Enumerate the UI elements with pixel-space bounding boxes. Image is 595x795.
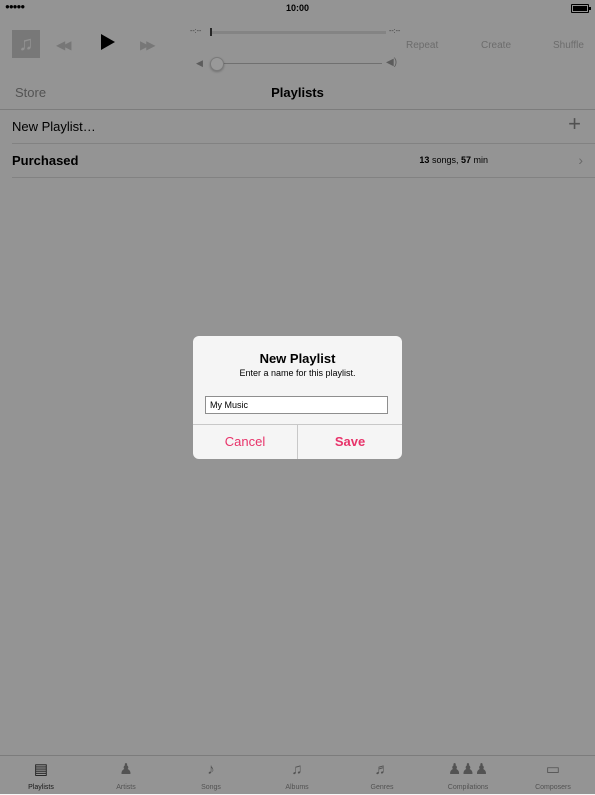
new-playlist-dialog: New Playlist Enter a name for this playl…	[193, 336, 402, 459]
playlist-name-input[interactable]	[205, 396, 388, 414]
music-app-screen: ●●●●● 10:00 ♫ ◀◀ ▶▶ --:-- --:-- ◀ ◀) Rep…	[0, 0, 595, 795]
dialog-title: New Playlist	[259, 351, 336, 366]
dialog-message: Enter a name for this playlist.	[239, 368, 356, 378]
save-button[interactable]: Save	[298, 425, 402, 459]
cancel-button[interactable]: Cancel	[193, 425, 297, 459]
